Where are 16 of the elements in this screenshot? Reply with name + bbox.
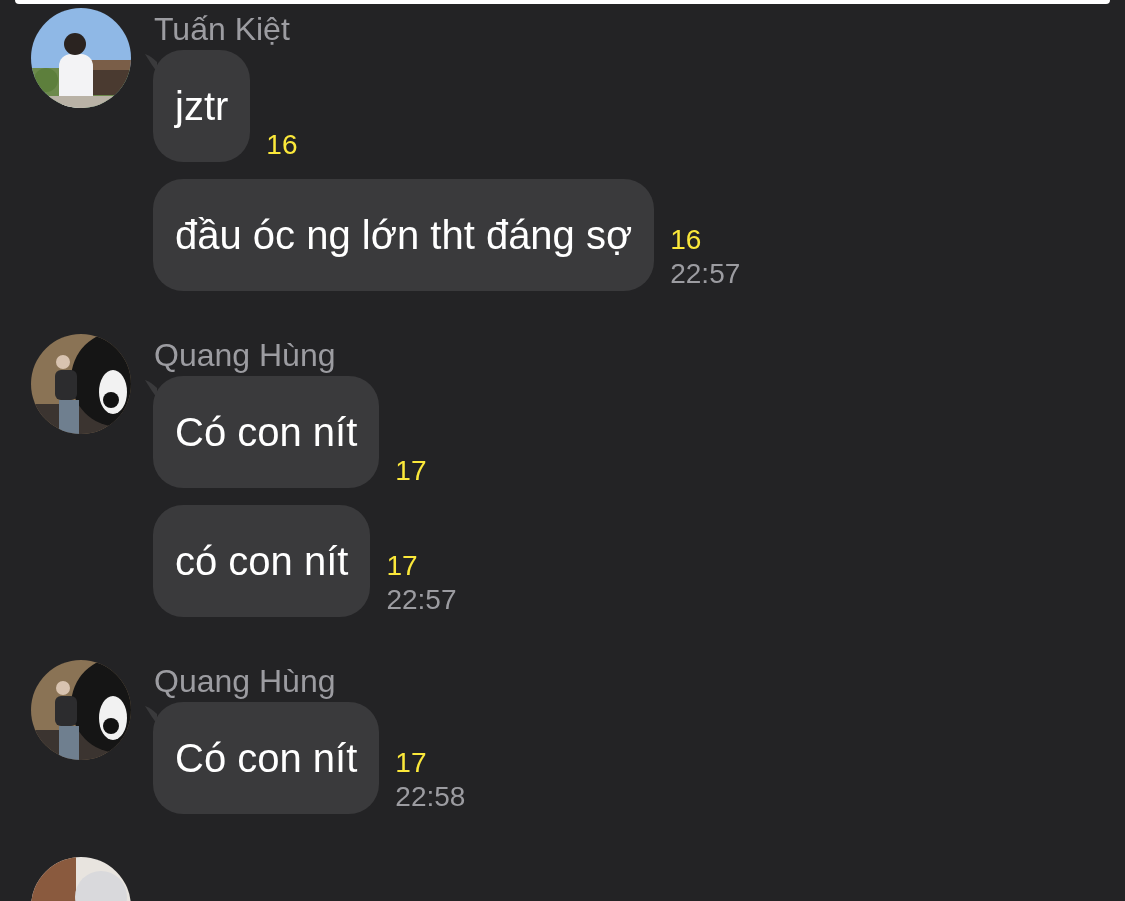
message-time: 22:57 <box>386 583 457 617</box>
message-bubble: đầu óc ng lớn tht đáng sợ <box>153 179 655 291</box>
sender-name: Tuấn Kiệt <box>154 10 291 49</box>
message-count: 17 <box>395 746 428 780</box>
message-count: 17 <box>395 454 427 488</box>
message-count: 17 <box>386 549 419 583</box>
message-count: 16 <box>670 223 703 257</box>
message-bubble: có con nít <box>153 505 371 617</box>
message-time: 22:58 <box>395 780 466 814</box>
message-time: 22:57 <box>670 257 741 291</box>
message-bubble: Có con nít <box>153 702 380 814</box>
sender-name: Quang Hùng <box>154 336 337 375</box>
message-count: 16 <box>266 128 298 162</box>
message-bubble: Có con nít <box>153 376 380 488</box>
message-bubble: jztr <box>153 50 251 162</box>
sender-name: Quang Hùng <box>154 662 337 701</box>
